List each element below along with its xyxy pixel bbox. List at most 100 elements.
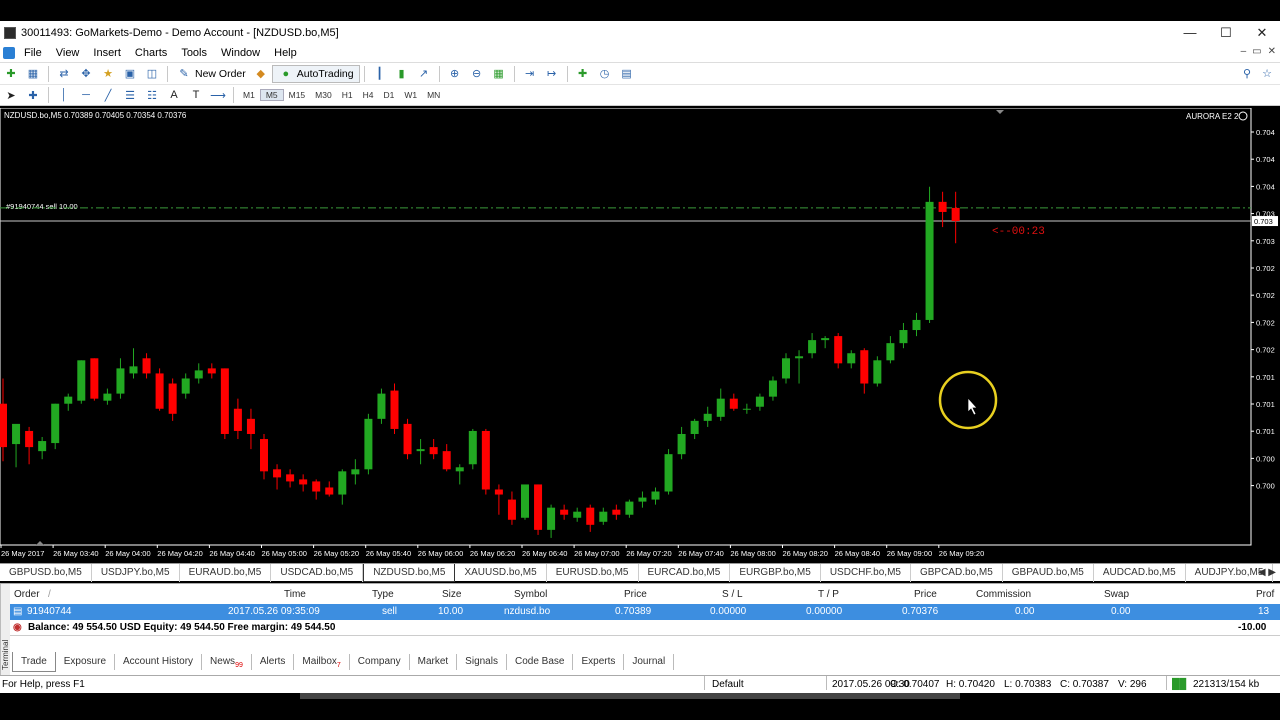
crosshair-icon[interactable]: ✚: [25, 87, 41, 103]
chart-tab[interactable]: GBPAUD.bo,M5: [1003, 563, 1094, 582]
mdi-close-icon[interactable]: ✕: [1268, 46, 1276, 57]
col-price-current[interactable]: Price: [914, 587, 937, 603]
col-sl[interactable]: S / L: [722, 587, 743, 603]
mdi-restore-icon[interactable]: ▭: [1252, 46, 1261, 57]
text-icon[interactable]: A: [166, 87, 182, 103]
zoom-in-icon[interactable]: ⊕: [447, 66, 463, 82]
minimize-button[interactable]: —: [1172, 21, 1208, 44]
col-order[interactable]: Order: [14, 587, 40, 603]
chart-canvas[interactable]: NZDUSD.bo,M5 0.70389 0.70405 0.70354 0.7…: [0, 108, 1280, 560]
bar-chart-icon[interactable]: ┃: [372, 66, 388, 82]
col-tp[interactable]: T / P: [818, 587, 839, 603]
tab-mailbox[interactable]: Mailbox7: [294, 654, 350, 670]
menu-file[interactable]: File: [17, 47, 49, 59]
chart-tab[interactable]: USDCHF.bo,M5: [821, 563, 911, 582]
autotrading-button[interactable]: ● AutoTrading: [271, 64, 360, 83]
price-chart[interactable]: NZDUSD.bo,M5 0.70389 0.70405 0.70354 0.7…: [0, 108, 1280, 560]
timeframe-m15[interactable]: M15: [284, 90, 311, 100]
tab-journal[interactable]: Journal: [624, 654, 675, 670]
menu-tools[interactable]: Tools: [174, 47, 214, 59]
timeframe-m5[interactable]: M5: [259, 89, 284, 101]
maximize-button[interactable]: ☐: [1208, 21, 1244, 44]
profiles-icon[interactable]: ▦: [25, 66, 41, 82]
chart-tab[interactable]: XAUUSD.bo,M5: [455, 563, 547, 582]
market-watch-icon[interactable]: ⇄: [56, 66, 72, 82]
vertical-line-icon[interactable]: │: [56, 87, 72, 103]
autoscroll-icon[interactable]: ↦: [544, 66, 560, 82]
tab-experts[interactable]: Experts: [573, 654, 625, 670]
terminal-icon[interactable]: ▣: [122, 66, 138, 82]
chart-tab[interactable]: EURUSD.bo,M5: [547, 563, 639, 582]
candle-body: [847, 353, 856, 364]
tab-trade[interactable]: Trade: [12, 652, 56, 672]
periods-icon[interactable]: ◷: [597, 66, 613, 82]
trendline-icon[interactable]: ╱: [100, 87, 116, 103]
search-icon[interactable]: ⚲: [1239, 66, 1255, 82]
navigator-icon[interactable]: ★: [100, 66, 116, 82]
tab-market[interactable]: Market: [410, 654, 458, 670]
col-commission[interactable]: Commission: [976, 587, 1031, 603]
time-tick-label: 26 May 04:00: [105, 549, 150, 558]
col-size[interactable]: Size: [442, 587, 461, 603]
channel-icon[interactable]: ☰: [122, 87, 138, 103]
chart-tab[interactable]: EURCAD.bo,M5: [639, 563, 731, 582]
chart-tab-active[interactable]: NZDUSD.bo,M5: [363, 563, 456, 582]
fibonacci-icon[interactable]: ☷: [144, 87, 160, 103]
chart-tab[interactable]: EURAUD.bo,M5: [180, 563, 272, 582]
cursor-icon[interactable]: ➤: [3, 87, 19, 103]
templates-icon[interactable]: ▤: [619, 66, 635, 82]
tab-signals[interactable]: Signals: [457, 654, 507, 670]
tile-windows-icon[interactable]: ▦: [491, 66, 507, 82]
text-label-icon[interactable]: T: [188, 87, 204, 103]
chart-tab[interactable]: USDCAD.bo,M5: [271, 563, 364, 582]
order-row[interactable]: ▤ 91940744 2017.05.26 09:35:09 sell 10.0…: [10, 604, 1280, 620]
menu-insert[interactable]: Insert: [86, 47, 128, 59]
tab-company[interactable]: Company: [350, 654, 410, 670]
col-time[interactable]: Time: [284, 587, 306, 603]
chart-tab[interactable]: AUDCAD.bo,M5: [1094, 563, 1186, 582]
tab-scroll-icon[interactable]: ◀ ▶: [1258, 564, 1276, 582]
col-swap[interactable]: Swap: [1104, 587, 1129, 603]
menu-window[interactable]: Window: [214, 47, 267, 59]
zoom-out-icon[interactable]: ⊖: [469, 66, 485, 82]
col-type[interactable]: Type: [372, 587, 394, 603]
col-profit[interactable]: Prof: [1256, 587, 1274, 603]
chart-tab[interactable]: USDJPY.bo,M5: [92, 563, 180, 582]
chart-tab[interactable]: GBPUSD.bo,M5: [0, 563, 92, 582]
new-chart-icon[interactable]: ✚: [3, 66, 19, 82]
strategy-tester-icon[interactable]: ◫: [144, 66, 160, 82]
new-order-button[interactable]: ✎ New Order: [172, 66, 250, 82]
chart-shift-icon[interactable]: ⇥: [522, 66, 538, 82]
timeframe-m1[interactable]: M1: [238, 90, 260, 100]
timeframe-m30[interactable]: M30: [310, 90, 337, 100]
mdi-minimize-icon[interactable]: –: [1241, 46, 1247, 57]
timeframe-h4[interactable]: H4: [358, 90, 379, 100]
tab-account-history[interactable]: Account History: [115, 654, 203, 670]
timeframe-h1[interactable]: H1: [337, 90, 358, 100]
menu-view[interactable]: View: [49, 47, 87, 59]
menu-charts[interactable]: Charts: [128, 47, 174, 59]
status-profile[interactable]: Default: [712, 676, 744, 694]
close-button[interactable]: ✕: [1244, 21, 1280, 44]
community-icon[interactable]: ☆: [1259, 66, 1275, 82]
chart-tab[interactable]: GBPCAD.bo,M5: [911, 563, 1003, 582]
col-symbol[interactable]: Symbol: [514, 587, 547, 603]
timeframe-d1[interactable]: D1: [378, 90, 399, 100]
candlestick-icon[interactable]: ▮: [394, 66, 410, 82]
timeframe-w1[interactable]: W1: [399, 90, 422, 100]
arrows-icon[interactable]: ⟶: [210, 87, 226, 103]
chart-window-icon[interactable]: [3, 47, 15, 59]
tab-alerts[interactable]: Alerts: [252, 654, 295, 670]
timeframe-mn[interactable]: MN: [422, 90, 445, 100]
chart-tab[interactable]: EURGBP.bo,M5: [730, 563, 821, 582]
data-window-icon[interactable]: ✥: [78, 66, 94, 82]
metaeditor-icon[interactable]: ◆: [253, 66, 269, 82]
tab-code-base[interactable]: Code Base: [507, 654, 574, 670]
horizontal-line-icon[interactable]: ─: [78, 87, 94, 103]
indicators-icon[interactable]: ✚: [575, 66, 591, 82]
menu-help[interactable]: Help: [267, 47, 304, 59]
tab-exposure[interactable]: Exposure: [56, 654, 116, 670]
tab-news[interactable]: News99: [202, 654, 252, 670]
line-chart-icon[interactable]: ↗: [416, 66, 432, 82]
col-price[interactable]: Price: [624, 587, 647, 603]
